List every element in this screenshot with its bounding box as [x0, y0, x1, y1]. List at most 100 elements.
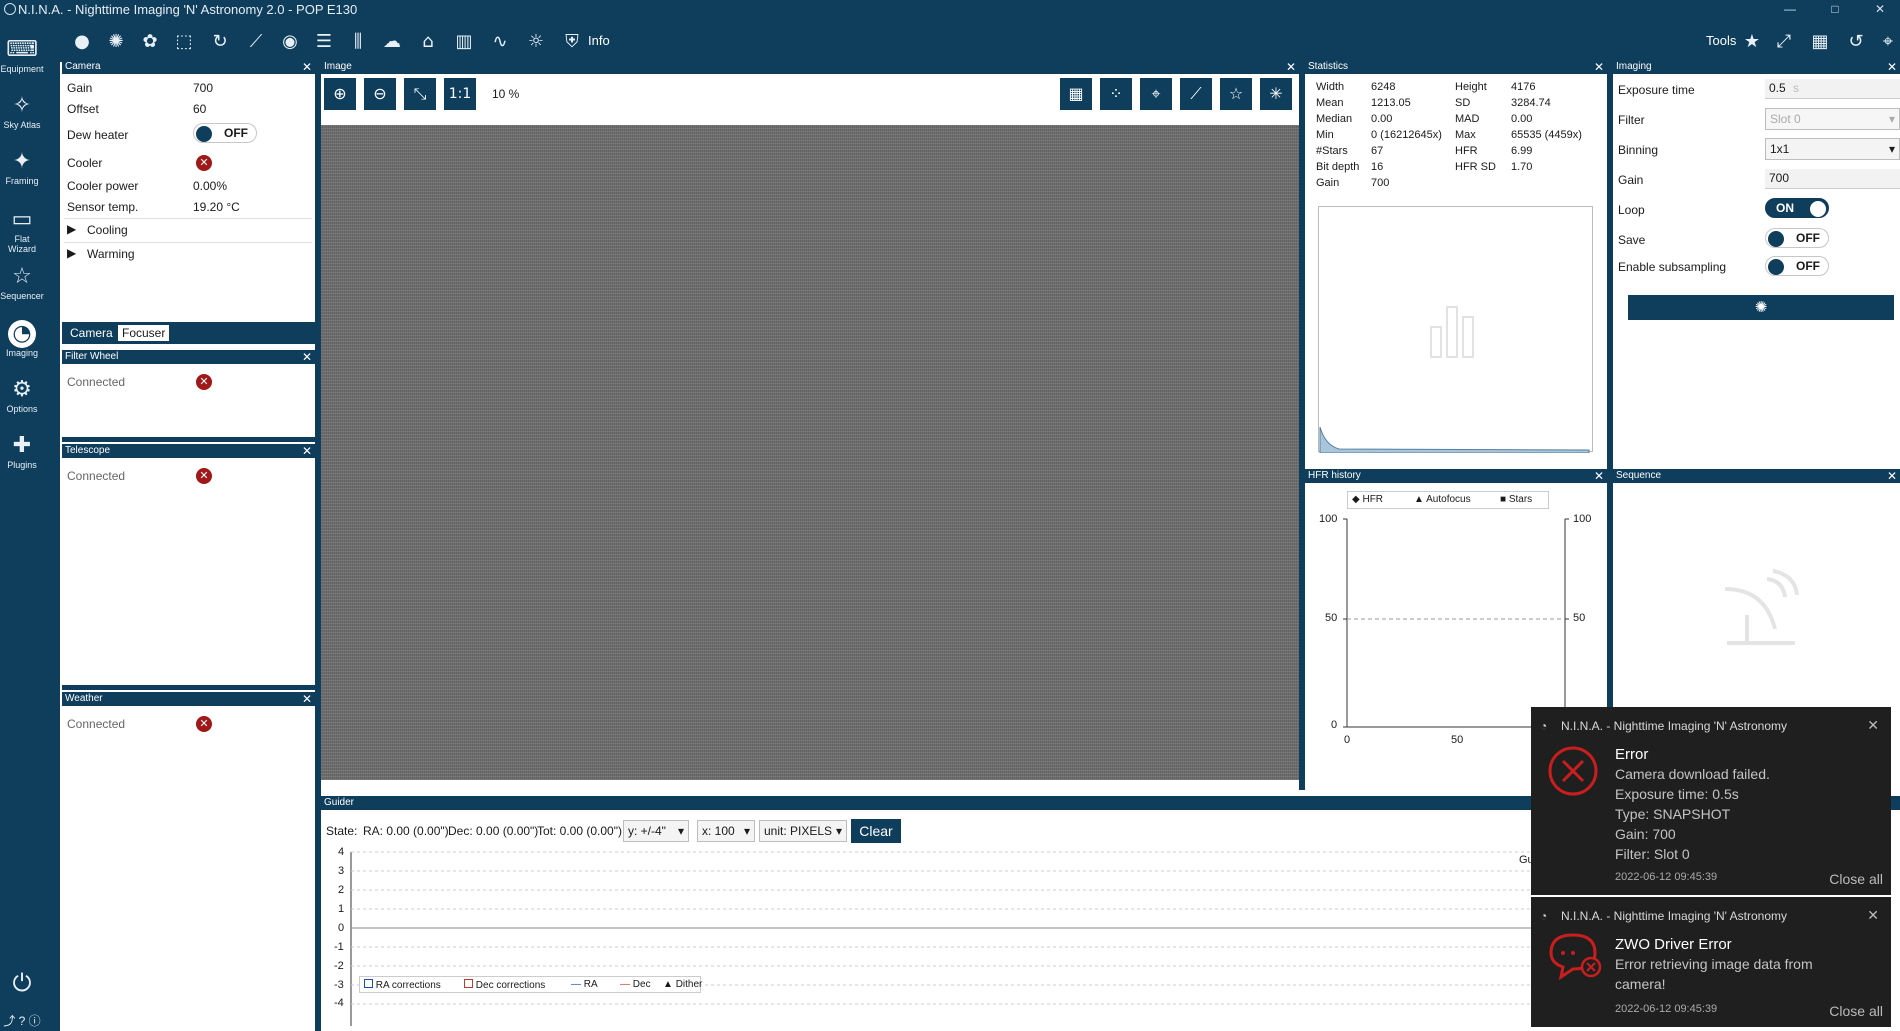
min-label: Min — [1316, 129, 1334, 141]
sidebar-item-options[interactable]: ⚙ Options — [0, 376, 44, 414]
y-scale-select[interactable]: y: +/-4" — [623, 820, 689, 842]
tools-label[interactable]: Tools — [1706, 33, 1736, 48]
gain-value: 700 — [193, 81, 214, 95]
fit-to-screen-button[interactable]: ⤡ — [404, 78, 436, 110]
telescope-panel: Telescope ✕ Connected ✕ — [62, 444, 315, 684]
width-value: 6248 — [1371, 81, 1396, 93]
zoom-in-button[interactable]: ⊕ — [324, 78, 356, 110]
target-icon[interactable]: ⌖ — [1140, 78, 1172, 110]
hfr-sd-value: 1.70 — [1511, 161, 1533, 173]
help-icon[interactable]: ⤴ ? ⓘ — [0, 1012, 44, 1029]
switch-icon[interactable]: ⫼ — [346, 30, 370, 54]
close-all-button[interactable]: Close all — [1829, 871, 1883, 887]
y-tick: 50 — [1325, 612, 1338, 624]
sidebar-item-equipment[interactable]: ⌨ Equipment — [0, 36, 44, 74]
toggle-knob — [1768, 231, 1784, 247]
close-icon[interactable]: ✕ — [1594, 469, 1604, 483]
dome-icon[interactable]: ⌂ — [416, 30, 440, 54]
tab-focuser[interactable]: Focuser — [118, 325, 170, 341]
close-icon[interactable]: ✕ — [302, 692, 312, 706]
close-icon[interactable]: ✕ — [1867, 907, 1879, 924]
close-window-button[interactable]: ✕ — [1860, 0, 1900, 20]
sidebar-item-sequencer[interactable]: ☆ Sequencer — [0, 263, 44, 301]
sidebar-item-sky-atlas[interactable]: ✧ Sky Atlas — [0, 92, 44, 130]
legend-stars: ■ Stars — [1500, 494, 1533, 505]
warming-expander[interactable]: ▶ Warming — [67, 245, 307, 265]
cooler-label: Cooler — [67, 156, 103, 170]
dew-heater-toggle[interactable]: OFF — [193, 123, 257, 143]
maximize-button[interactable]: □ — [1815, 0, 1855, 20]
focus-icon[interactable]: ⌖ — [1876, 30, 1900, 54]
app-icon — [4, 3, 16, 15]
disconnected-icon: ✕ — [196, 468, 212, 484]
captured-image[interactable] — [321, 125, 1299, 780]
actual-size-button[interactable]: 1:1 — [444, 78, 476, 110]
power-icon[interactable]: ⏻ — [0, 970, 44, 998]
chart-icon[interactable]: ▥ — [452, 30, 476, 54]
camera-icon[interactable]: ● — [70, 30, 94, 54]
framing-icon: ✦ — [12, 149, 32, 174]
stars-label: #Stars — [1316, 145, 1348, 157]
filter-select[interactable]: Slot 0 — [1765, 108, 1900, 130]
connected-label: Connected — [67, 469, 126, 483]
focuser-icon[interactable]: ⬚ — [172, 30, 196, 54]
sensor-temp-value: 19.20 °C — [193, 200, 240, 214]
x-scale-select[interactable]: x: 100 — [697, 820, 755, 842]
auto-stretch-button[interactable]: ⟋ — [1180, 78, 1212, 110]
star-annotation-button[interactable]: ☆ — [1220, 78, 1252, 110]
telescope-icon[interactable]: ⟋ — [244, 30, 268, 54]
camera-focuser-tabs: Camera Focuser — [62, 322, 315, 344]
cooling-expander[interactable]: ▶ Cooling — [67, 221, 307, 241]
close-icon[interactable]: ✕ — [1867, 717, 1879, 734]
clear-button[interactable]: Clear — [851, 819, 901, 843]
tab-camera[interactable]: Camera — [66, 325, 117, 341]
disconnected-icon: ✕ — [196, 155, 212, 171]
weather-header: Weather ✕ — [62, 692, 315, 706]
guider-icon[interactable]: ◉ — [278, 30, 302, 54]
filter-wheel-icon[interactable]: ✿ — [138, 30, 162, 54]
close-icon[interactable]: ✕ — [302, 60, 312, 74]
binning-select[interactable]: 1x1 — [1765, 138, 1900, 160]
close-icon[interactable]: ✕ — [1594, 60, 1604, 74]
minimize-button[interactable]: — — [1770, 0, 1810, 20]
grid-icon[interactable]: ▦ — [1808, 30, 1832, 54]
toast-body: Camera download failed. Exposure time: 0… — [1615, 764, 1770, 864]
crosshair-grid-button[interactable]: ▦ — [1060, 78, 1092, 110]
close-icon[interactable]: ✕ — [1887, 469, 1897, 483]
close-icon[interactable]: ✕ — [302, 444, 312, 458]
list-icon[interactable]: ☰ — [312, 30, 336, 54]
sidebar-item-label: Imaging — [5, 348, 39, 358]
star-detection-button[interactable]: ⁘ — [1100, 78, 1132, 110]
unit-select[interactable]: unit: PIXELS — [759, 820, 847, 842]
wave-icon[interactable]: ∿ — [488, 30, 512, 54]
toast-line: Exposure time: 0.5s — [1615, 786, 1739, 802]
exposure-label: Exposure time — [1618, 83, 1695, 97]
lightbulb-icon[interactable]: ☼ — [524, 30, 548, 54]
loop-toggle[interactable]: ON — [1765, 198, 1829, 218]
rotator-icon[interactable]: ↻ — [208, 30, 232, 54]
info-label[interactable]: Info — [588, 33, 610, 48]
fit-icon[interactable]: ⤢ — [1772, 30, 1796, 54]
sidebar-item-framing[interactable]: ✦ Framing — [0, 148, 44, 186]
weather-icon[interactable]: ☁ — [380, 30, 404, 54]
sidebar-item-flat-wizard[interactable]: ▭ Flat Wizard — [0, 206, 44, 254]
exposure-input[interactable]: 0.5 s — [1765, 79, 1900, 99]
close-icon[interactable]: ✕ — [1887, 60, 1897, 74]
subsampling-toggle[interactable]: OFF — [1765, 256, 1829, 276]
sidebar-item-plugins[interactable]: ✚ Plugins — [0, 432, 44, 470]
capture-button[interactable]: ✺ — [1628, 295, 1894, 320]
shield-icon[interactable]: ⛨ — [560, 30, 584, 54]
save-toggle[interactable]: OFF — [1765, 228, 1829, 248]
close-icon[interactable]: ✕ — [1286, 60, 1296, 74]
aperture-icon[interactable]: ✺ — [104, 30, 128, 54]
bahtinov-button[interactable]: ✳ — [1260, 78, 1292, 110]
close-all-button[interactable]: Close all — [1829, 1003, 1883, 1019]
y-tick: 1 — [338, 903, 345, 915]
mad-label: MAD — [1455, 113, 1480, 125]
sidebar-item-imaging[interactable]: ◔ Imaging — [0, 320, 44, 358]
gain-input[interactable]: 700 — [1765, 169, 1900, 189]
star-icon[interactable]: ★ — [1740, 30, 1764, 54]
history-icon[interactable]: ↺ — [1844, 30, 1868, 54]
zoom-out-button[interactable]: ⊖ — [364, 78, 396, 110]
close-icon[interactable]: ✕ — [302, 350, 312, 364]
